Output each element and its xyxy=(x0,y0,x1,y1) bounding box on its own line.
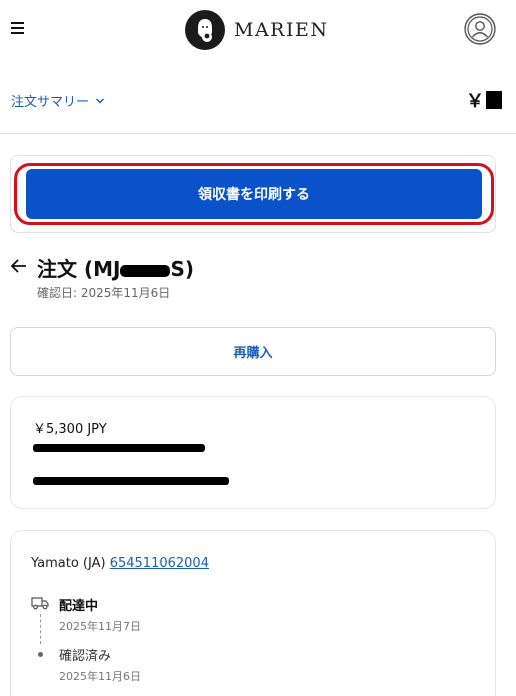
event-status: 配達中 xyxy=(59,599,99,614)
redacted-total xyxy=(486,91,502,109)
print-receipt-card: 領収書を印刷する xyxy=(10,155,496,233)
account-icon[interactable] xyxy=(464,13,496,45)
summary-total: ￥ xyxy=(466,87,502,113)
redacted-payment-line xyxy=(33,477,229,485)
order-summary-toggle[interactable]: 注文サマリー xyxy=(11,91,105,110)
payment-card: ￥5,300 JPY xyxy=(10,396,496,509)
timeline-dot xyxy=(38,652,43,657)
redacted-order-id xyxy=(120,264,171,277)
site-header: MARIEN xyxy=(0,0,516,62)
brand-logo[interactable]: MARIEN xyxy=(184,9,328,51)
back-arrow-icon[interactable] xyxy=(10,257,28,275)
order-title-suffix: S) xyxy=(170,257,194,281)
carrier-line: Yamato (JA) 654511062004 xyxy=(31,556,209,571)
carrier-name: Yamato (JA) xyxy=(31,556,106,571)
order-heading: 注文 (MJ S) 確認日: 2025年11月6日 xyxy=(10,255,500,305)
timeline-connector xyxy=(40,614,41,644)
reorder-button[interactable]: 再購入 xyxy=(10,327,496,376)
hamburger-menu-icon[interactable] xyxy=(11,22,25,35)
shipping-card: Yamato (JA) 654511062004 配達中 2025年11月7日 … xyxy=(10,530,496,696)
event-date: 2025年11月7日 xyxy=(59,620,141,633)
tracking-number-link[interactable]: 654511062004 xyxy=(110,556,209,571)
summary-total-currency: ￥ xyxy=(466,91,484,112)
payment-amount: ￥5,300 JPY xyxy=(33,422,107,437)
brand-name: MARIEN xyxy=(234,19,329,41)
order-title: 注文 (MJ S) xyxy=(37,253,194,282)
chevron-down-icon xyxy=(95,97,105,104)
delivery-truck-icon xyxy=(31,597,49,610)
madonna-logo-icon xyxy=(185,10,225,50)
order-title-prefix: 注文 (MJ xyxy=(37,257,121,281)
order-summary-label: 注文サマリー xyxy=(11,95,90,110)
print-receipt-button[interactable]: 領収書を印刷する xyxy=(26,169,482,219)
event-status: 確認済み xyxy=(59,649,112,664)
redacted-payment-line xyxy=(33,444,205,452)
order-summary-bar: 注文サマリー ￥ xyxy=(0,62,516,134)
event-date: 2025年11月6日 xyxy=(59,670,141,683)
order-confirmed-date: 確認日: 2025年11月6日 xyxy=(37,286,171,300)
